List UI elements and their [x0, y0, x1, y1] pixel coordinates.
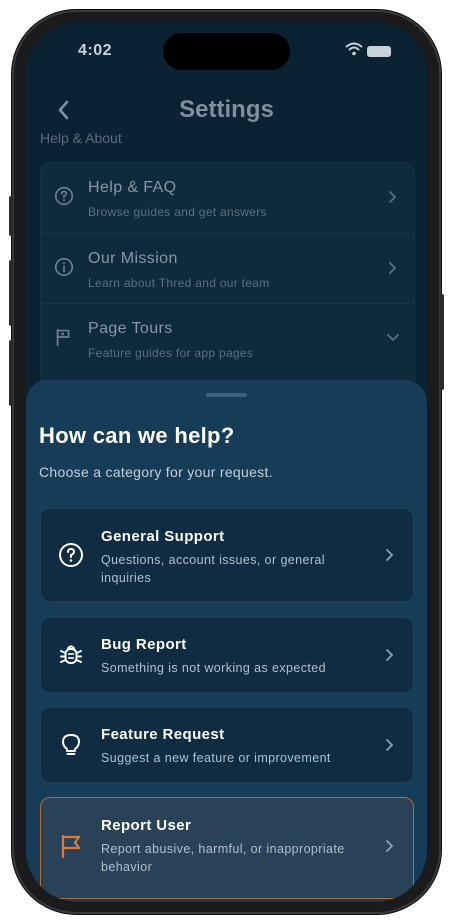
- chevron-right-icon: [386, 739, 394, 751]
- sheet-title: How can we help?: [39, 423, 235, 448]
- volume-down-button: [9, 340, 13, 406]
- status-time: 4:02: [78, 42, 113, 59]
- page-title: Settings: [179, 96, 274, 123]
- chevron-right-icon: [389, 262, 397, 274]
- category-description: Suggest a new feature or improvement: [101, 751, 331, 765]
- chevron-right-icon: [389, 191, 397, 203]
- chevron-down-icon: [387, 334, 399, 342]
- sheet-subtitle: Choose a category for your request.: [39, 464, 273, 480]
- settings-item-page-tours[interactable]: Page Tours Feature guides for app pages: [41, 303, 414, 374]
- bug-icon: [60, 645, 82, 664]
- category-title: Report User: [101, 817, 192, 834]
- help-about-card: Help & FAQ Browse guides and get answers…: [40, 162, 415, 404]
- category-title: Feature Request: [101, 726, 225, 743]
- settings-item-title: Page Tours: [88, 320, 173, 337]
- category-description: Questions, account issues, or general in…: [101, 553, 325, 585]
- category-title: Bug Report: [101, 636, 187, 653]
- wifi-icon: [345, 42, 363, 56]
- top-bar: Settings: [26, 94, 427, 134]
- info-circle-icon: [54, 257, 74, 277]
- section-label: Help & About: [40, 130, 122, 146]
- category-bug-report[interactable]: Bug Report Something is not working as e…: [40, 617, 414, 693]
- settings-item-our-mission[interactable]: Our Mission Learn about Thred and our te…: [41, 233, 414, 304]
- category-feature-request[interactable]: Feature Request Suggest a new feature or…: [40, 707, 414, 783]
- settings-item-help-faq[interactable]: Help & FAQ Browse guides and get answers: [41, 163, 414, 233]
- settings-item-title: Help & FAQ: [88, 179, 177, 196]
- category-description: Report abusive, harmful, or inappropriat…: [101, 842, 345, 874]
- status-bar: 4:02: [26, 22, 427, 72]
- tour-flag-icon: [56, 328, 70, 347]
- sheet-drag-handle[interactable]: [206, 393, 247, 397]
- settings-item-subtitle: Learn about Thred and our team: [88, 276, 270, 290]
- category-title: General Support: [101, 528, 225, 545]
- settings-item-subtitle: Browse guides and get answers: [88, 205, 267, 219]
- help-circle-icon: [59, 543, 83, 567]
- flag-icon: [61, 834, 81, 859]
- category-description: Something is not working as expected: [101, 661, 326, 675]
- settings-item-title: Our Mission: [88, 250, 178, 267]
- volume-up-button: [9, 260, 13, 326]
- battery-icon: [367, 46, 391, 57]
- screen: 4:02 Settings Help & About Help & FAQ Br…: [26, 22, 427, 902]
- dynamic-island: [163, 33, 290, 70]
- settings-item-subtitle: Feature guides for app pages: [88, 346, 254, 360]
- chevron-right-icon: [386, 649, 394, 661]
- category-general-support[interactable]: General Support Questions, account issue…: [40, 508, 414, 602]
- chevron-right-icon: [386, 840, 394, 852]
- power-button: [440, 294, 444, 390]
- chevron-right-icon: [386, 549, 394, 561]
- action-button: [9, 196, 13, 236]
- lightbulb-icon: [62, 734, 80, 755]
- help-bottom-sheet: How can we help? Choose a category for y…: [26, 380, 427, 902]
- category-report-user[interactable]: Report User Report abusive, harmful, or …: [40, 797, 414, 899]
- help-circle-icon: [54, 186, 74, 206]
